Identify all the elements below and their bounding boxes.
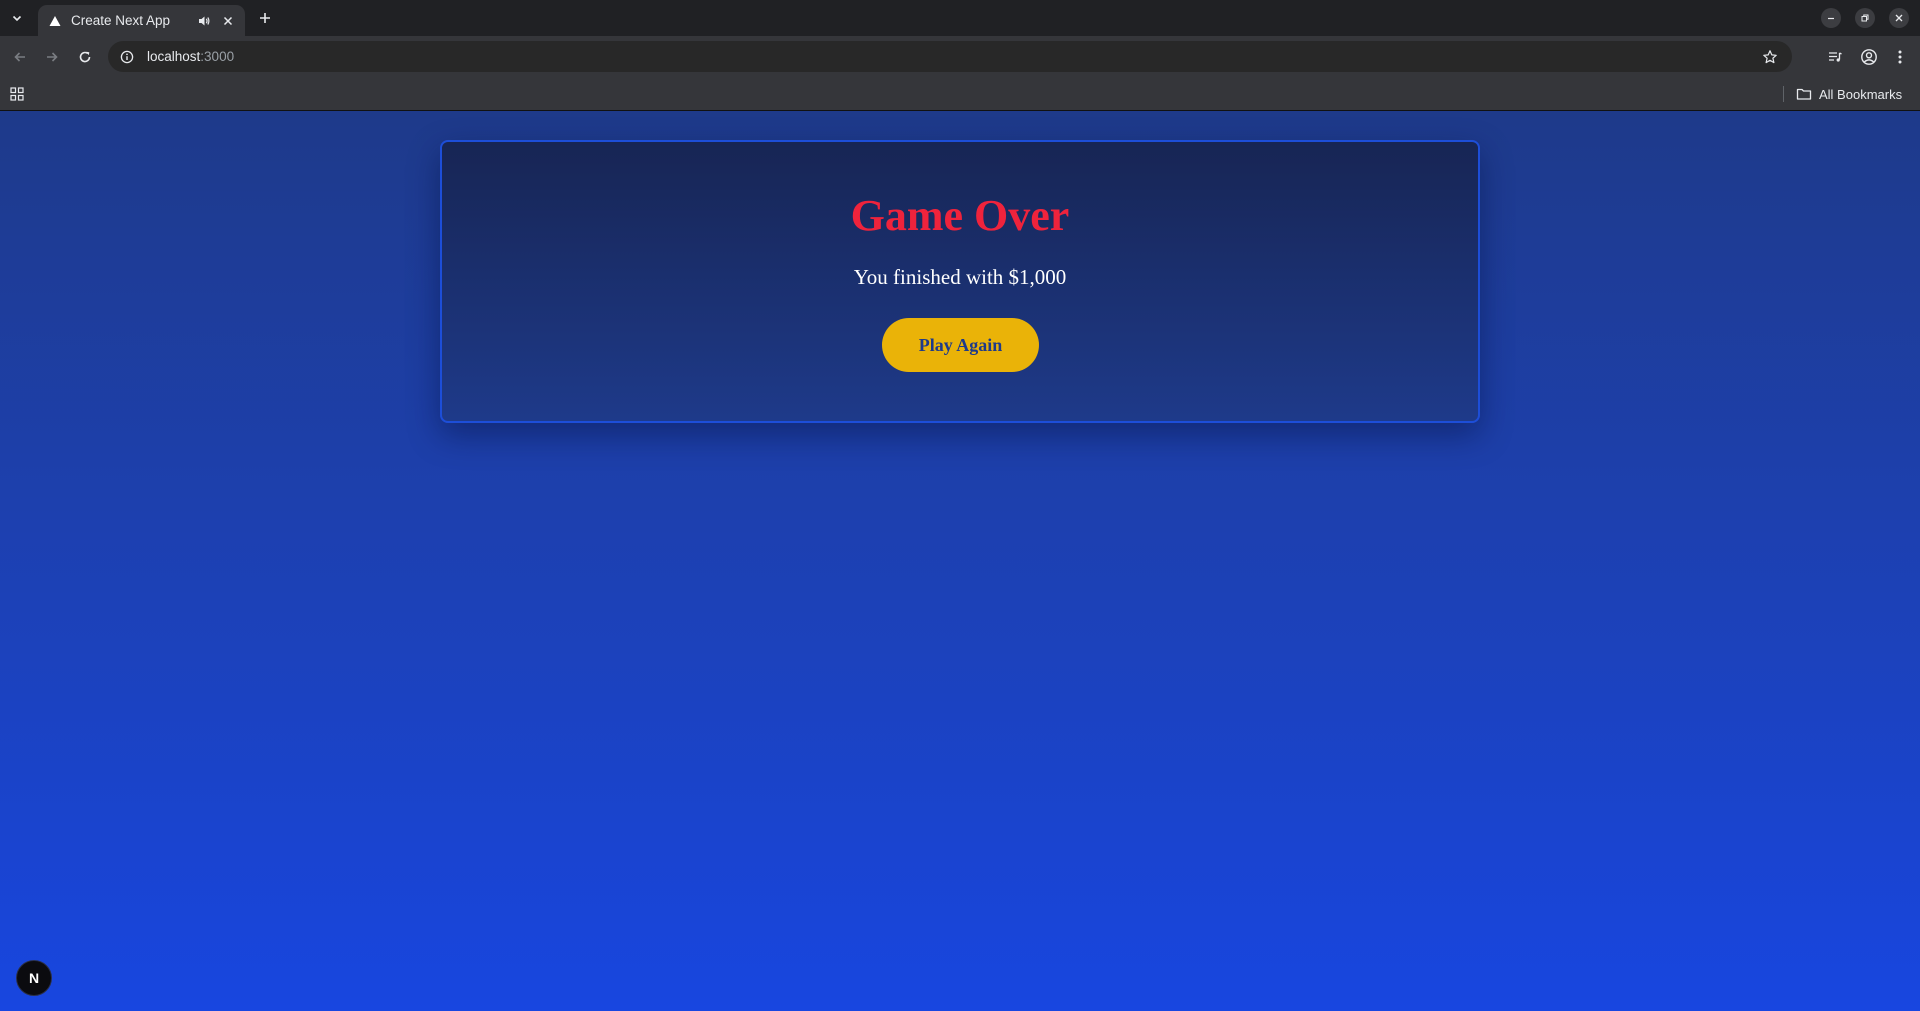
arrow-right-icon (47, 52, 58, 62)
close-icon[interactable] (219, 12, 237, 30)
game-over-card: Game Over You finished with $1,000 Play … (440, 140, 1480, 423)
minimize-icon (1828, 17, 1834, 20)
url-host: localhost (147, 49, 201, 64)
folder-icon (1796, 87, 1812, 101)
nextjs-logo-icon: N (28, 970, 40, 986)
browser-tab[interactable]: Create Next App (38, 5, 245, 36)
page-viewport: Game Over You finished with $1,000 Play … (0, 111, 1920, 1011)
final-amount-message: You finished with $1,000 (853, 265, 1067, 289)
reload-button[interactable] (73, 45, 97, 69)
all-bookmarks-label: All Bookmarks (1819, 86, 1903, 102)
speaker-icon[interactable] (195, 12, 213, 30)
play-again-button[interactable]: Play Again (882, 318, 1039, 372)
browser-toolbar: localhost:3000 (0, 36, 1920, 77)
bookmarks-divider (1783, 86, 1784, 102)
tab-list-button[interactable] (6, 7, 28, 29)
kebab-menu-icon[interactable] (1888, 45, 1912, 69)
chevron-down-icon (12, 15, 22, 22)
info-icon[interactable] (118, 48, 136, 66)
url-port: :3000 (200, 49, 235, 64)
profile-icon[interactable] (1857, 45, 1881, 69)
forward-button[interactable] (40, 45, 64, 69)
arrow-left-icon (14, 52, 25, 62)
window-close-button[interactable] (1889, 8, 1909, 28)
new-tab-button[interactable] (254, 7, 276, 29)
minimize-button[interactable] (1821, 8, 1841, 28)
restore-icon (1861, 14, 1869, 22)
back-button[interactable] (8, 45, 32, 69)
nextjs-dev-indicator[interactable]: N (16, 960, 52, 996)
plus-icon (260, 13, 270, 23)
game-over-title: Game Over (850, 191, 1070, 240)
address-bar[interactable]: localhost:3000 (108, 41, 1792, 72)
tab-bar: Create Next App (0, 0, 1920, 36)
apps-grid-icon[interactable] (8, 85, 26, 103)
media-control-icon[interactable] (1823, 45, 1847, 69)
reload-icon (79, 51, 91, 63)
tab-title: Create Next App (71, 13, 171, 28)
restore-button[interactable] (1855, 8, 1875, 28)
nextjs-triangle-icon (47, 13, 63, 29)
bookmarks-bar: All Bookmarks (0, 77, 1920, 111)
all-bookmarks-button[interactable]: All Bookmarks (1796, 84, 1902, 104)
star-icon[interactable] (1760, 47, 1780, 67)
close-icon (1895, 14, 1903, 22)
